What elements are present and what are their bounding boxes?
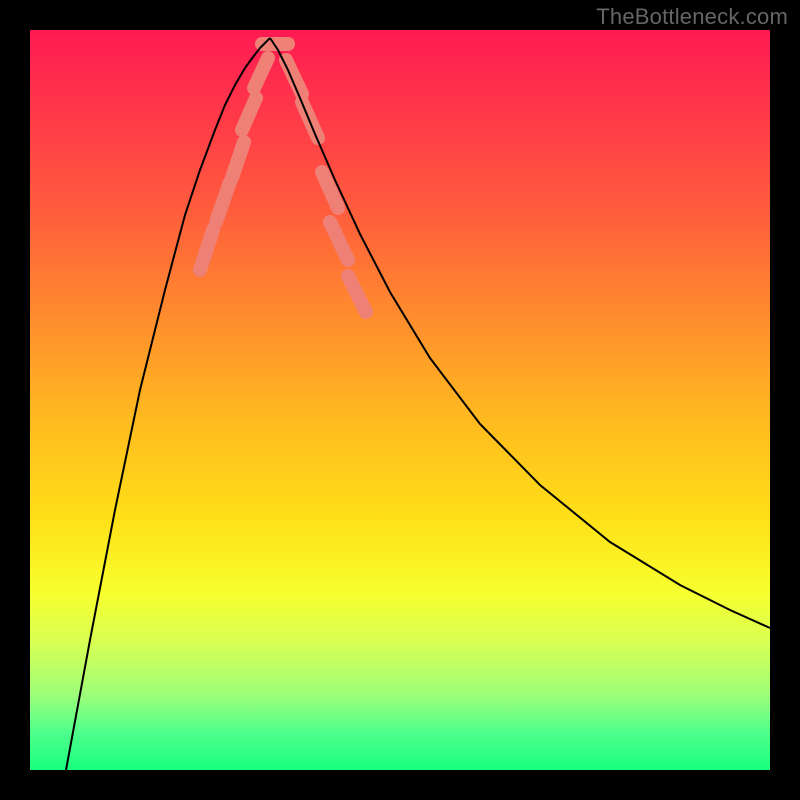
highlight-segment [216, 182, 230, 222]
highlight-segment [286, 60, 302, 94]
right-branch-curve [270, 38, 770, 628]
highlight-segment [232, 142, 244, 178]
highlight-segment [348, 276, 366, 312]
plot-area [30, 30, 770, 770]
watermark-text: TheBottleneck.com [596, 4, 788, 30]
highlight-segments [200, 44, 366, 312]
highlight-segment [200, 230, 213, 270]
highlight-segment [330, 222, 348, 260]
highlight-segment [322, 172, 338, 208]
chart-frame: TheBottleneck.com [0, 0, 800, 800]
highlight-segment [254, 58, 268, 88]
chart-svg [30, 30, 770, 770]
highlight-segment [242, 98, 256, 130]
